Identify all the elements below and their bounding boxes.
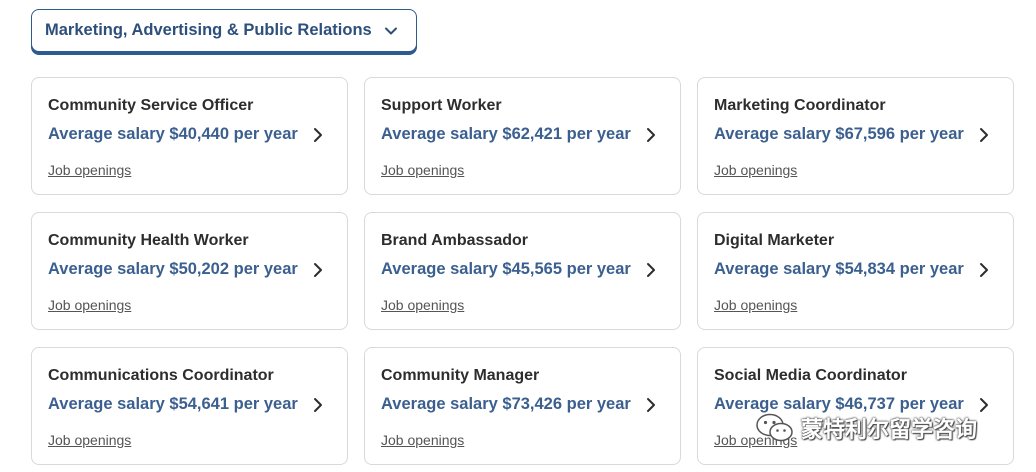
watermark-text: 蒙特利尔留学咨询 — [801, 417, 978, 442]
chevron-right-icon[interactable] — [977, 261, 991, 279]
salary-link[interactable]: Average salary $73,426 per year — [381, 395, 631, 414]
chevron-right-icon[interactable] — [311, 126, 325, 144]
job-openings-link[interactable]: Job openings — [381, 162, 464, 178]
job-card: Marketing Coordinator Average salary $67… — [697, 77, 1014, 195]
salary-link[interactable]: Average salary $40,440 per year — [48, 125, 298, 144]
salary-link[interactable]: Average salary $67,596 per year — [714, 125, 964, 144]
job-openings-link[interactable]: Job openings — [48, 297, 131, 313]
job-title: Brand Ambassador — [381, 232, 528, 249]
category-dropdown-label: Marketing, Advertising & Public Relation… — [45, 21, 372, 39]
job-openings-link[interactable]: Job openings — [714, 162, 797, 178]
chevron-down-icon — [384, 24, 398, 38]
page: Marketing, Advertising & Public Relation… — [0, 0, 1036, 472]
job-title: Support Worker — [381, 97, 502, 114]
job-card: Community Service Officer Average salary… — [31, 77, 348, 195]
salary-link[interactable]: Average salary $50,202 per year — [48, 260, 298, 279]
job-title: Communications Coordinator — [48, 367, 274, 384]
chevron-right-icon[interactable] — [311, 261, 325, 279]
job-card: Digital Marketer Average salary $54,834 … — [697, 212, 1014, 330]
job-title: Social Media Coordinator — [714, 367, 907, 384]
salary-link[interactable]: Average salary $45,565 per year — [381, 260, 631, 279]
chevron-right-icon[interactable] — [644, 261, 658, 279]
salary-link[interactable]: Average salary $62,421 per year — [381, 125, 631, 144]
job-openings-link[interactable]: Job openings — [381, 297, 464, 313]
chevron-right-icon[interactable] — [311, 396, 325, 414]
chevron-right-icon[interactable] — [644, 396, 658, 414]
job-title: Marketing Coordinator — [714, 97, 886, 114]
wechat-icon — [755, 412, 795, 444]
job-openings-link[interactable]: Job openings — [714, 297, 797, 313]
job-card: Community Health Worker Average salary $… — [31, 212, 348, 330]
job-card: Brand Ambassador Average salary $45,565 … — [364, 212, 681, 330]
job-card: Communications Coordinator Average salar… — [31, 347, 348, 465]
job-openings-link[interactable]: Job openings — [381, 432, 464, 448]
salary-link[interactable]: Average salary $54,641 per year — [48, 395, 298, 414]
job-title: Digital Marketer — [714, 232, 835, 249]
job-openings-link[interactable]: Job openings — [48, 432, 131, 448]
job-openings-link[interactable]: Job openings — [48, 162, 131, 178]
watermark: 蒙特利尔留学咨询 — [755, 412, 977, 444]
salary-link[interactable]: Average salary $54,834 per year — [714, 260, 964, 279]
job-card: Support Worker Average salary $62,421 pe… — [364, 77, 681, 195]
job-title: Community Health Worker — [48, 232, 249, 249]
chevron-right-icon[interactable] — [977, 126, 991, 144]
chevron-right-icon[interactable] — [977, 396, 991, 414]
chevron-right-icon[interactable] — [644, 126, 658, 144]
job-title: Community Manager — [381, 367, 540, 384]
job-card: Social Media Coordinator Average salary … — [697, 347, 1014, 465]
job-card: Community Manager Average salary $73,426… — [364, 347, 681, 465]
category-dropdown[interactable]: Marketing, Advertising & Public Relation… — [31, 9, 417, 52]
job-title: Community Service Officer — [48, 97, 254, 114]
